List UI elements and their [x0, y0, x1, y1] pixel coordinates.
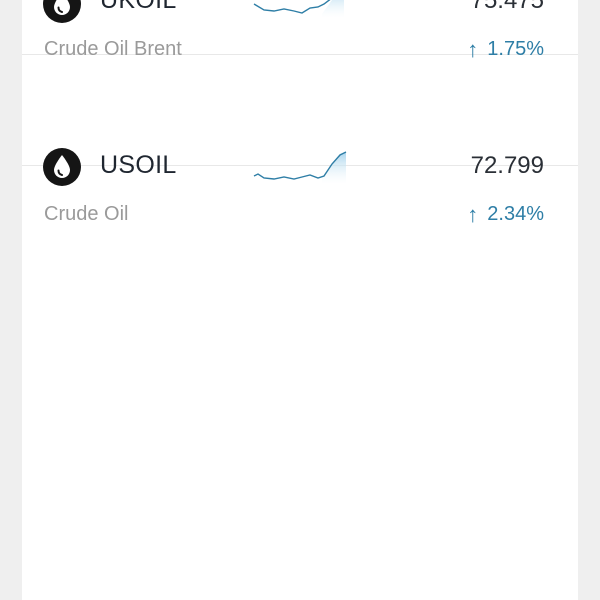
instrument-symbol: USOIL [100, 151, 177, 179]
oil-drop-icon [43, 0, 81, 23]
instrument-list: UKOIL 75.475 Crude Oil Brent ↑ 1.75% USO… [22, 0, 578, 600]
instrument-price: 75.475 [470, 0, 544, 14]
change-indicator: ↑ 2.34% [467, 203, 544, 226]
instrument-description: Crude Oil [44, 203, 129, 225]
arrow-up-icon: ↑ [467, 201, 479, 227]
instrument-row-ukoil[interactable]: UKOIL 75.475 Crude Oil Brent ↑ 1.75% [22, 0, 578, 60]
sparkline-chart [253, 0, 344, 18]
change-value: 2.34% [487, 203, 544, 225]
sparkline-chart [253, 151, 347, 184]
oil-drop-icon [43, 148, 81, 186]
instrument-price: 72.799 [470, 152, 544, 179]
instrument-symbol: UKOIL [100, 0, 177, 14]
instrument-row-usoil[interactable]: USOIL 72.799 Crude Oil ↑ 2.34% [22, 55, 578, 225]
